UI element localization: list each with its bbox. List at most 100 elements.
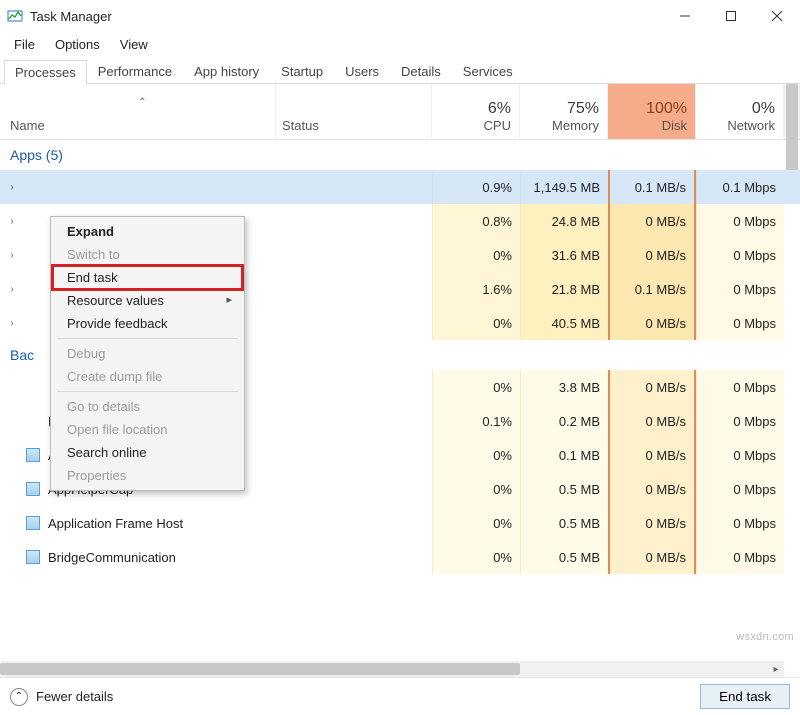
- scroll-right-icon[interactable]: ▸: [768, 661, 784, 677]
- menu-view[interactable]: View: [110, 35, 158, 54]
- expand-icon[interactable]: ›: [6, 250, 18, 261]
- tab-app-history[interactable]: App history: [183, 59, 270, 83]
- expand-icon[interactable]: ›: [6, 318, 18, 329]
- fewer-details-button[interactable]: ⌃ Fewer details: [10, 688, 113, 706]
- cell-cpu: 0%: [432, 370, 520, 404]
- vertical-scrollbar[interactable]: [784, 84, 800, 139]
- group-apps[interactable]: Apps (5): [0, 140, 800, 170]
- chevron-up-icon: ⌃: [10, 688, 28, 706]
- ctx-go-to-details: Go to details: [53, 395, 242, 418]
- column-memory[interactable]: 75% Memory: [520, 84, 608, 139]
- process-icon: [24, 280, 42, 298]
- table-row[interactable]: ›BridgeCommunication 0% 0.5 MB 0 MB/s 0 …: [0, 540, 800, 574]
- table-row[interactable]: ›Application Frame Host 0% 0.5 MB 0 MB/s…: [0, 506, 800, 540]
- cell-cpu: 0%: [432, 306, 520, 340]
- process-icon: [24, 178, 42, 196]
- cell-net: 0 Mbps: [696, 438, 784, 472]
- expand-icon[interactable]: ›: [6, 284, 18, 295]
- cell-mem: 1,149.5 MB: [520, 170, 608, 204]
- process-icon: [24, 378, 42, 396]
- ctx-expand[interactable]: Expand: [53, 220, 242, 243]
- tab-users[interactable]: Users: [334, 59, 390, 83]
- cell-mem: 24.8 MB: [520, 204, 608, 238]
- cell-mem: 0.5 MB: [520, 472, 608, 506]
- expand-icon[interactable]: ›: [6, 182, 18, 193]
- process-icon: [24, 548, 42, 566]
- tab-processes[interactable]: Processes: [4, 60, 87, 84]
- status-bar: ⌃ Fewer details End task: [0, 677, 800, 715]
- ctx-search-online[interactable]: Search online: [53, 441, 242, 464]
- network-usage-percent: 0%: [752, 100, 775, 118]
- cell-disk: 0 MB/s: [608, 438, 696, 472]
- column-network-label: Network: [727, 118, 775, 133]
- cell-cpu: 0.8%: [432, 204, 520, 238]
- tab-startup[interactable]: Startup: [270, 59, 334, 83]
- cell-disk: 0 MB/s: [608, 204, 696, 238]
- cell-net: 0 Mbps: [696, 472, 784, 506]
- cell-net: 0 Mbps: [696, 404, 784, 438]
- sort-indicator-icon: ⌃: [10, 97, 275, 118]
- column-cpu[interactable]: 6% CPU: [432, 84, 520, 139]
- column-name-label: Name: [10, 118, 275, 133]
- column-status[interactable]: Status: [276, 84, 432, 139]
- cell-net: 0 Mbps: [696, 306, 784, 340]
- column-network[interactable]: 0% Network: [696, 84, 784, 139]
- cell-mem: 3.8 MB: [520, 370, 608, 404]
- column-cpu-label: CPU: [484, 118, 511, 133]
- tab-performance[interactable]: Performance: [87, 59, 183, 83]
- expand-icon[interactable]: ›: [6, 216, 18, 227]
- ctx-debug: Debug: [53, 342, 242, 365]
- menu-options[interactable]: Options: [45, 35, 110, 54]
- process-icon: [24, 314, 42, 332]
- ctx-switch-to: Switch to: [53, 243, 242, 266]
- end-task-button[interactable]: End task: [700, 684, 790, 709]
- column-disk-label: Disk: [662, 118, 687, 133]
- column-disk[interactable]: 100% Disk: [608, 84, 696, 139]
- cell-disk: 0 MB/s: [608, 404, 696, 438]
- cell-cpu: 0%: [432, 238, 520, 272]
- minimize-button[interactable]: [662, 0, 708, 32]
- cell-net: 0 Mbps: [696, 540, 784, 574]
- cell-net: 0.1 Mbps: [696, 170, 784, 204]
- cell-net: 0 Mbps: [696, 238, 784, 272]
- submenu-arrow-icon: ▸: [226, 293, 232, 306]
- maximize-button[interactable]: [708, 0, 754, 32]
- ctx-end-task[interactable]: End task: [53, 266, 242, 289]
- column-headers: ⌃ Name Status 6% CPU 75% Memory 100% Dis…: [0, 84, 800, 140]
- cell-net: 0 Mbps: [696, 506, 784, 540]
- context-menu: Expand Switch to End task Resource value…: [50, 216, 245, 491]
- cell-net: 0 Mbps: [696, 370, 784, 404]
- tab-details[interactable]: Details: [390, 59, 452, 83]
- cell-disk: 0.1 MB/s: [608, 272, 696, 306]
- cell-mem: 0.2 MB: [520, 404, 608, 438]
- cell-disk: 0 MB/s: [608, 238, 696, 272]
- cell-disk: 0 MB/s: [608, 306, 696, 340]
- tab-services[interactable]: Services: [452, 59, 524, 83]
- table-row[interactable]: › 0.9% 1,149.5 MB 0.1 MB/s 0.1 Mbps: [0, 170, 800, 204]
- cell-net: 0 Mbps: [696, 204, 784, 238]
- horizontal-scrollbar[interactable]: ◂ ▸: [0, 661, 784, 677]
- process-icon: [24, 212, 42, 230]
- menu-file[interactable]: File: [4, 35, 45, 54]
- cell-mem: 21.8 MB: [520, 272, 608, 306]
- cell-cpu: 1.6%: [432, 272, 520, 306]
- column-status-label: Status: [282, 118, 319, 133]
- process-name: Application Frame Host: [48, 516, 183, 531]
- process-name: BridgeCommunication: [48, 550, 176, 565]
- cell-disk: 0 MB/s: [608, 472, 696, 506]
- ctx-resource-values[interactable]: Resource values▸: [53, 289, 242, 312]
- cpu-usage-percent: 6%: [488, 100, 511, 118]
- close-button[interactable]: [754, 0, 800, 32]
- cell-cpu: 0%: [432, 438, 520, 472]
- ctx-properties: Properties: [53, 464, 242, 487]
- memory-usage-percent: 75%: [567, 100, 599, 118]
- window-title: Task Manager: [30, 9, 112, 24]
- column-name[interactable]: ⌃ Name: [0, 84, 276, 139]
- menu-separator: [57, 338, 238, 339]
- process-icon: [24, 412, 42, 430]
- scrollbar-thumb[interactable]: [0, 663, 520, 675]
- menu-separator: [57, 391, 238, 392]
- cell-net: 0 Mbps: [696, 272, 784, 306]
- cell-mem: 0.1 MB: [520, 438, 608, 472]
- ctx-provide-feedback[interactable]: Provide feedback: [53, 312, 242, 335]
